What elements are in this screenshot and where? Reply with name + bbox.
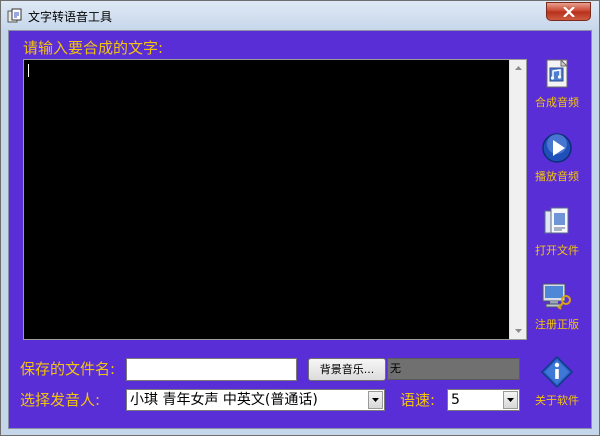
speed-select-value: 5 (451, 392, 460, 408)
background-music-button[interactable]: 背景音乐... (308, 358, 386, 381)
voice-select[interactable]: 小琪 青年女声 中英文(普通话) (126, 389, 385, 411)
info-icon (540, 355, 574, 389)
play-audio-label: 播放音频 (535, 170, 579, 183)
filename-label: 保存的文件名: (20, 360, 116, 378)
background-music-field: 无 (387, 358, 520, 380)
about-button[interactable]: 关于软件 (529, 355, 585, 408)
scroll-up-arrow-icon[interactable] (510, 60, 526, 76)
scroll-down-arrow-icon[interactable] (510, 323, 526, 339)
open-files-icon (544, 207, 569, 234)
chevron-down-icon (507, 398, 514, 402)
voice-dropdown-button[interactable] (368, 391, 383, 409)
register-button[interactable]: 注册正版 (529, 279, 585, 332)
text-input-label: 请输入要合成的文字: (23, 39, 164, 57)
chevron-down-icon (372, 398, 379, 402)
speed-label: 语速: (400, 391, 436, 409)
speed-select[interactable]: 5 (447, 389, 520, 411)
open-file-button[interactable]: 打开文件 (529, 205, 585, 258)
about-label: 关于软件 (535, 394, 579, 407)
register-computer-icon (542, 283, 571, 310)
register-label: 注册正版 (535, 318, 579, 331)
text-input-area[interactable] (23, 59, 527, 340)
speed-dropdown-button[interactable] (503, 391, 518, 409)
voice-label: 选择发音人: (20, 391, 101, 409)
app-logo-icon (7, 8, 22, 23)
close-button[interactable] (546, 2, 591, 21)
play-audio-button[interactable]: 播放音频 (529, 131, 585, 184)
title-bar[interactable]: 文字转语音工具 (1, 1, 599, 31)
filename-value (127, 363, 130, 378)
synthesize-audio-label: 合成音频 (535, 96, 579, 109)
main-panel: 请输入要合成的文字: 合成音频 播放音频 打开文件 注册正版 关于软件 保存的文… (8, 30, 592, 429)
text-caret (28, 64, 29, 77)
play-icon (542, 133, 572, 163)
window-title: 文字转语音工具 (28, 10, 113, 24)
close-icon (563, 7, 575, 17)
synthesize-audio-button[interactable]: 合成音频 (529, 57, 585, 110)
document-audio-icon (546, 58, 569, 88)
filename-input[interactable] (126, 358, 297, 381)
open-file-label: 打开文件 (535, 244, 579, 257)
voice-select-value: 小琪 青年女声 中英文(普通话) (130, 392, 318, 408)
text-vertical-scrollbar[interactable] (509, 60, 526, 339)
app-window: 文字转语音工具 请输入要合成的文字: 合成音频 播放音频 打开文件 注册正版 关… (0, 0, 600, 436)
